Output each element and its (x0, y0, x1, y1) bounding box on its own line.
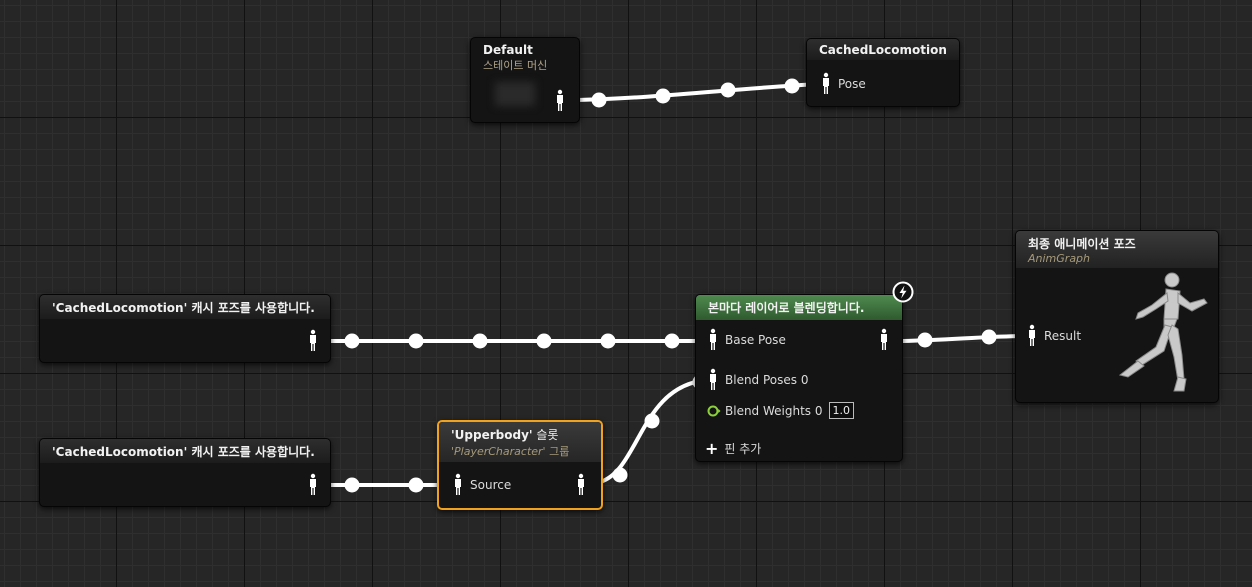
slot-node[interactable]: 'Upperbody' 슬롯 'PlayerCharacter' 그룹 Sour… (437, 420, 603, 510)
reroute-knot[interactable] (591, 92, 607, 108)
node-title: 본마다 레이어로 블렌딩합니다. (708, 301, 865, 315)
running-mannequin-icon (1108, 269, 1218, 397)
add-pin-button[interactable]: + 핀 추가 (705, 439, 761, 458)
result-input-pin[interactable]: Result (1026, 324, 1081, 348)
pin-label: Result (1044, 329, 1082, 343)
node-title: CachedLocomotion (819, 43, 947, 57)
reroute-knot[interactable] (536, 333, 552, 349)
node-subtitle: 스테이트 머신 (483, 59, 548, 72)
pose-pin-icon (820, 72, 832, 96)
node-title: 'Upperbody' 슬롯 (451, 428, 559, 442)
save-cached-pose-node[interactable]: CachedLocomotion Pose (806, 38, 960, 107)
wire-default-to-cached[interactable] (576, 82, 822, 102)
state-preview-thumbnail (495, 82, 535, 106)
pose-pin-icon (707, 328, 719, 352)
reroute-knot[interactable] (981, 329, 997, 345)
reroute-knot[interactable] (917, 332, 933, 348)
source-input-pin[interactable]: Source (452, 473, 511, 497)
reroute-knot[interactable] (344, 333, 360, 349)
reroute-knot[interactable] (784, 78, 800, 94)
reroute-knot[interactable] (472, 333, 488, 349)
node-title: 최종 애니메이션 포즈 (1028, 237, 1136, 251)
pin-label: Base Pose (725, 333, 786, 347)
reroute-knot[interactable] (408, 477, 424, 493)
pose-output-pin-icon[interactable] (307, 329, 319, 353)
pin-label: Pose (838, 77, 866, 91)
pose-output-pin-icon[interactable] (575, 473, 587, 497)
blend-weights-input-pin[interactable]: Blend Weights 0 1.0 (707, 402, 854, 419)
lightning-icon (892, 281, 914, 303)
wire-slot-to-blendposes[interactable] (598, 378, 710, 484)
reroute-knot[interactable] (612, 467, 628, 483)
reroute-knot[interactable] (720, 82, 736, 98)
pose-pin-icon (707, 368, 719, 392)
reroute-knot[interactable] (600, 333, 616, 349)
blend-poses-input-pin[interactable]: Blend Poses 0 (707, 368, 808, 392)
node-title: Default (483, 43, 533, 57)
use-cached-pose-node[interactable]: 'CachedLocomotion' 캐시 포즈를 사용합니다. (39, 438, 331, 507)
pose-output-pin-icon[interactable] (878, 328, 890, 352)
pose-input-pin[interactable]: Pose (820, 72, 866, 96)
plus-icon: + (705, 439, 719, 458)
node-subtitle: AnimGraph (1028, 252, 1091, 265)
node-title: 'CachedLocomotion' 캐시 포즈를 사용합니다. (52, 445, 315, 459)
float-pin-icon (707, 405, 721, 417)
base-pose-input-pin[interactable]: Base Pose (707, 328, 786, 352)
pose-pin-icon (1026, 324, 1038, 348)
reroute-knot[interactable] (664, 333, 680, 349)
reroute-knot[interactable] (644, 413, 660, 429)
add-pin-label: 핀 추가 (724, 442, 762, 456)
pin-label: Source (470, 478, 512, 492)
use-cached-pose-node[interactable]: 'CachedLocomotion' 캐시 포즈를 사용합니다. (39, 294, 331, 363)
reroute-knot[interactable] (408, 333, 424, 349)
pose-output-pin-icon[interactable] (307, 473, 319, 497)
node-subtitle: 'PlayerCharacter' 그룹 (451, 445, 570, 458)
reroute-knot[interactable] (344, 477, 360, 493)
node-title: 'CachedLocomotion' 캐시 포즈를 사용합니다. (52, 301, 315, 315)
pin-label: Blend Poses 0 (725, 373, 809, 387)
pose-pin-icon[interactable] (554, 89, 566, 113)
state-machine-node[interactable]: Default 스테이트 머신 (470, 37, 580, 123)
pose-pin-icon (452, 473, 464, 497)
reroute-knot[interactable] (655, 88, 671, 104)
node-header: 본마다 레이어로 블렌딩합니다. (696, 295, 902, 320)
layered-blend-per-bone-node[interactable]: 본마다 레이어로 블렌딩합니다. Base Pose Blend Poses 0… (695, 294, 903, 462)
output-pose-node[interactable]: 최종 애니메이션 포즈 AnimGraph Result (1015, 230, 1219, 403)
blend-weight-value-field[interactable]: 1.0 (828, 402, 854, 419)
pin-label: Blend Weights 0 (725, 403, 823, 418)
